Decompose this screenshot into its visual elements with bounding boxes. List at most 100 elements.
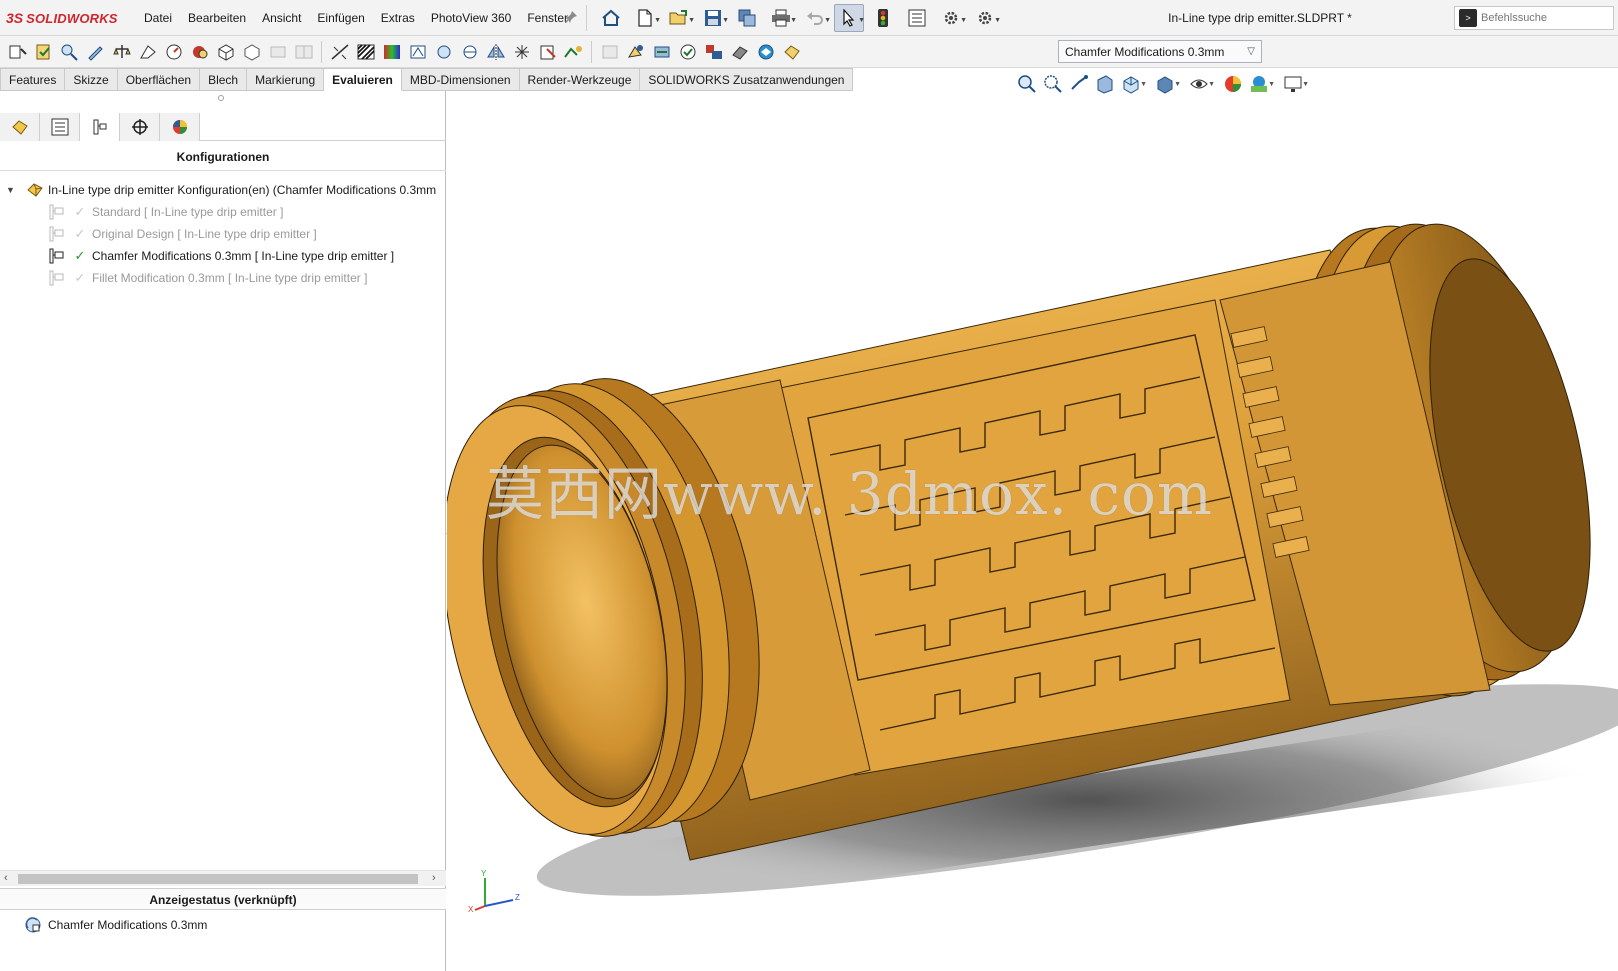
reference-triad[interactable]: Y Z X	[467, 868, 527, 918]
new-file-button[interactable]: ▼	[630, 4, 661, 32]
parting-line-analysis-button[interactable]	[458, 40, 481, 64]
tab-features[interactable]: Features	[0, 68, 66, 91]
measure-button[interactable]	[58, 40, 81, 64]
zoom-to-area-button[interactable]	[1042, 73, 1064, 95]
command-search[interactable]: >	[1454, 6, 1614, 30]
rebuild-button[interactable]	[868, 4, 898, 32]
tab-markierung[interactable]: Markierung	[247, 68, 325, 91]
configuration-dropdown[interactable]: Chamfer Modifications 0.3mm ▽	[1058, 40, 1262, 63]
sensor-button[interactable]	[162, 40, 185, 64]
menu-extras[interactable]: Extras	[373, 0, 423, 36]
configuration-item-active[interactable]: ✓ Chamfer Modifications 0.3mm [ In-Line …	[0, 245, 446, 267]
scene-icon	[1251, 76, 1267, 92]
select-button[interactable]: ▼	[834, 4, 865, 32]
deviation-analysis-button[interactable]	[328, 40, 351, 64]
deviation-icon	[331, 43, 348, 60]
pin-icon[interactable]	[564, 10, 578, 24]
display-state-item[interactable]: Chamfer Modifications 0.3mm	[24, 915, 207, 935]
performance-evaluation-button[interactable]	[188, 40, 211, 64]
markup-measure-button[interactable]	[84, 40, 107, 64]
mass-properties-button[interactable]	[110, 40, 133, 64]
tab-skizze[interactable]: Skizze	[65, 68, 118, 91]
menu-photoview[interactable]: PhotoView 360	[423, 0, 520, 36]
draft-analysis-button[interactable]	[406, 40, 429, 64]
tab-evaluieren[interactable]: Evaluieren	[324, 68, 402, 91]
undercut-analysis-button[interactable]	[432, 40, 455, 64]
compare-documents-button[interactable]	[292, 40, 315, 64]
tab-render-werkzeuge[interactable]: Render-Werkzeuge	[519, 68, 641, 91]
driveworksxpress-button[interactable]	[702, 40, 725, 64]
solidworks-logo[interactable]: 3S SOLIDWORKS	[6, 9, 118, 27]
configuration-item[interactable]: ✓ Fillet Modification 0.3mm [ In-Line ty…	[0, 267, 446, 289]
command-search-input[interactable]	[1481, 12, 1611, 24]
zoom-area-icon	[1044, 75, 1062, 93]
scrollbar-thumb[interactable]	[18, 874, 418, 884]
menu-ansicht[interactable]: Ansicht	[254, 0, 309, 36]
check-button[interactable]	[536, 40, 559, 64]
thickness-analysis-button[interactable]	[510, 40, 533, 64]
undercut-icon	[437, 45, 450, 58]
performance-icon	[192, 45, 207, 58]
configure-part-button[interactable]	[780, 40, 803, 64]
tab-configurationmanager[interactable]	[80, 113, 120, 141]
tab-mbd-dimensionen[interactable]: MBD-Dimensionen	[401, 68, 520, 91]
check-active-document-button[interactable]	[32, 40, 55, 64]
geometry-analysis-button[interactable]	[562, 40, 585, 64]
configuration-item[interactable]: ✓ Original Design [ In-Line type drip em…	[0, 223, 446, 245]
undo-button[interactable]: ▼	[800, 4, 831, 32]
menu-einfuegen[interactable]: Einfügen	[309, 0, 372, 36]
tree-root[interactable]: ▼ In-Line type drip emitter Konfiguratio…	[0, 179, 446, 201]
print-button[interactable]: ▼	[766, 4, 797, 32]
tab-dimxpertmanager[interactable]	[120, 113, 160, 141]
costing-button[interactable]	[728, 40, 751, 64]
scroll-right-icon[interactable]: ›	[432, 872, 436, 884]
open-file-button[interactable]: ▼	[664, 4, 695, 32]
save-button[interactable]: ▼	[698, 4, 729, 32]
simulation-xpress-button[interactable]	[624, 40, 647, 64]
dfmxpress-button[interactable]	[676, 40, 699, 64]
customize-button[interactable]: ▼	[970, 4, 1001, 32]
clearance-verification-button[interactable]	[240, 40, 263, 64]
file-properties-button[interactable]	[902, 4, 932, 32]
flowxpress-button[interactable]	[650, 40, 673, 64]
tab-blech[interactable]: Blech	[200, 68, 248, 91]
import-diagnostics-button[interactable]	[598, 40, 621, 64]
curvature-button[interactable]	[380, 40, 403, 64]
edit-appearance-button[interactable]	[1222, 73, 1244, 95]
previous-view-button[interactable]	[1068, 73, 1090, 95]
menu-datei[interactable]: Datei	[136, 0, 180, 36]
emitter-model[interactable]	[447, 91, 1618, 971]
zoom-to-fit-button[interactable]	[1016, 73, 1038, 95]
options-button[interactable]: ▼	[936, 4, 967, 32]
design-checker-button[interactable]	[6, 40, 29, 64]
display-style-button[interactable]: ▼	[1154, 73, 1181, 95]
horizontal-scrollbar[interactable]: ‹ ›	[0, 870, 446, 886]
display-state-label: Chamfer Modifications 0.3mm	[48, 918, 208, 932]
scroll-left-icon[interactable]: ‹	[4, 872, 8, 884]
section-properties-button[interactable]	[136, 40, 159, 64]
home-button[interactable]	[596, 4, 626, 32]
symmetry-check-button[interactable]	[484, 40, 507, 64]
view-orientation-button[interactable]: ▼	[1120, 73, 1147, 95]
hole-alignment-button[interactable]	[266, 40, 289, 64]
panel-handle[interactable]	[218, 95, 224, 101]
hide-show-items-button[interactable]: ▼	[1188, 73, 1215, 95]
collapse-icon[interactable]: ▼	[6, 185, 16, 195]
document-copies-button[interactable]	[732, 4, 762, 32]
view-settings-button[interactable]: ▼	[1282, 73, 1309, 95]
part-icon	[27, 183, 43, 197]
section-view-button[interactable]	[1094, 73, 1116, 95]
tab-featuremanager[interactable]	[0, 113, 40, 141]
sustainability-button[interactable]	[754, 40, 777, 64]
tab-oberflaechen[interactable]: Oberflächen	[117, 68, 201, 91]
interference-detection-button[interactable]	[214, 40, 237, 64]
zebra-stripes-button[interactable]	[354, 40, 377, 64]
menu-bearbeiten[interactable]: Bearbeiten	[180, 0, 254, 36]
tab-propertymanager[interactable]	[40, 113, 80, 141]
tab-displaymanager[interactable]	[160, 113, 200, 141]
tab-zusatzanwendungen[interactable]: SOLIDWORKS Zusatzanwendungen	[640, 68, 854, 91]
configuration-item[interactable]: ✓ Standard [ In-Line type drip emitter ]	[0, 201, 446, 223]
apply-scene-button[interactable]: ▼	[1248, 73, 1275, 95]
graphics-area[interactable]: 莫西网www. 3dmox. com Y Z X	[447, 91, 1618, 971]
costing-icon	[731, 45, 748, 60]
